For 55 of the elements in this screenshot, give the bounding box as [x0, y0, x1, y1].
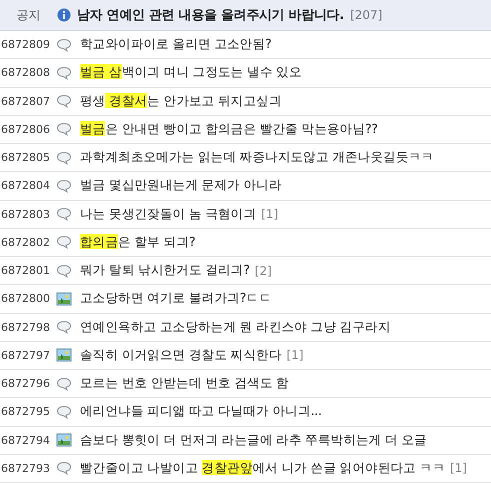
post-number: 6872802 [1, 236, 51, 249]
speech-bubble-icon [56, 207, 72, 222]
post-title-link[interactable]: 벌금 삼백이긔 며니 그정도는 낼수 있오 [80, 64, 302, 82]
post-number: 6872801 [1, 264, 51, 278]
post-number: 6872794 [1, 434, 51, 447]
post-title-link[interactable]: 벌금 몇십만원내는게 문제가 아니라 [80, 177, 282, 194]
post-title-link[interactable]: 뭐가 탈퇴 낚시한거도 걸리긔? [80, 262, 250, 280]
post-number: 6872809 [1, 38, 51, 52]
post-title-link[interactable]: 연예인욕하고 고소당하는게 뭔 라킨스야 그냥 김구라지 [80, 318, 390, 336]
post-title-link[interactable]: 모르는 번호 안받는데 번호 검색도 함 [80, 375, 289, 392]
speech-bubble-icon [56, 122, 72, 136]
post-number: 6872797 [1, 348, 51, 362]
post-title-link[interactable]: 학교와이파이로 올리면 고소안됨? [80, 36, 272, 54]
info-icon [57, 8, 71, 22]
image-icon [56, 292, 72, 306]
post-title-link[interactable]: 나는 못생긴잦돌이 놈 극혐이긔 [80, 206, 256, 223]
notice-link[interactable]: 남자 연예인 관련 내용을 올려주시기 바랍니다. [77, 6, 344, 24]
post-number: 6872807 [1, 94, 51, 108]
post-title-link[interactable]: 평생 경찰서 는 안가보고 뒤지고싶긔 [80, 92, 282, 110]
post-title-link[interactable]: 합의금은 할부 되긔? [80, 234, 196, 251]
comment-count: [2] [254, 264, 272, 278]
post-number: 6872795 [1, 405, 51, 418]
comment-count: [207] [350, 8, 382, 22]
speech-bubble-icon [56, 94, 72, 108]
post-title-link[interactable]: 슴보다 뽕힛이 더 먼저긔 라는글에 라추 쭈륵박히는게 더 오글 [80, 432, 427, 449]
speech-bubble-icon [56, 38, 72, 52]
post-number: 6872805 [1, 151, 51, 164]
speech-bubble-icon [56, 404, 72, 419]
post-number: 6872793 [1, 462, 51, 475]
speech-bubble-icon [56, 461, 72, 476]
post-number: 6872806 [1, 122, 51, 136]
speech-bubble-icon [56, 264, 72, 278]
notice-label: 공지 [16, 6, 42, 24]
image-icon [56, 433, 72, 448]
post-title-link[interactable]: 벌금은 안내면 빵이고 합의금은 빨간줄 막는용아님?? [80, 120, 378, 138]
speech-bubble-icon [56, 320, 72, 334]
speech-bubble-icon [56, 150, 72, 165]
speech-bubble-icon [56, 178, 72, 193]
post-number: 6872800 [1, 292, 51, 306]
comment-count: [1] [286, 348, 304, 362]
post-title-link[interactable]: 고소당하면 여기로 불려가긔?ㄷㄷ [80, 290, 272, 308]
comment-count: [1] [261, 207, 278, 222]
post-number: 6872798 [1, 320, 51, 334]
speech-bubble-icon [56, 66, 72, 80]
post-number: 6872804 [1, 179, 51, 192]
post-title-link[interactable]: 에리언냐들 피디앫 따고 다닐때가 아니긔... [80, 403, 322, 420]
post-number: 6872808 [1, 66, 51, 80]
comment-count: [1] [450, 461, 467, 476]
post-title-link[interactable]: 과학계최초오메가는 읽는데 짜증나지도않고 개존나웃길듯ㅋㅋ [80, 149, 434, 166]
speech-bubble-icon [56, 376, 72, 391]
post-number: 6872796 [1, 377, 51, 390]
image-icon [56, 348, 72, 362]
post-number: 6872803 [1, 208, 51, 221]
speech-bubble-icon [56, 235, 72, 250]
post-title-link[interactable]: 솔직히 이거읽으면 경찰도 찌식한다 [80, 346, 282, 364]
